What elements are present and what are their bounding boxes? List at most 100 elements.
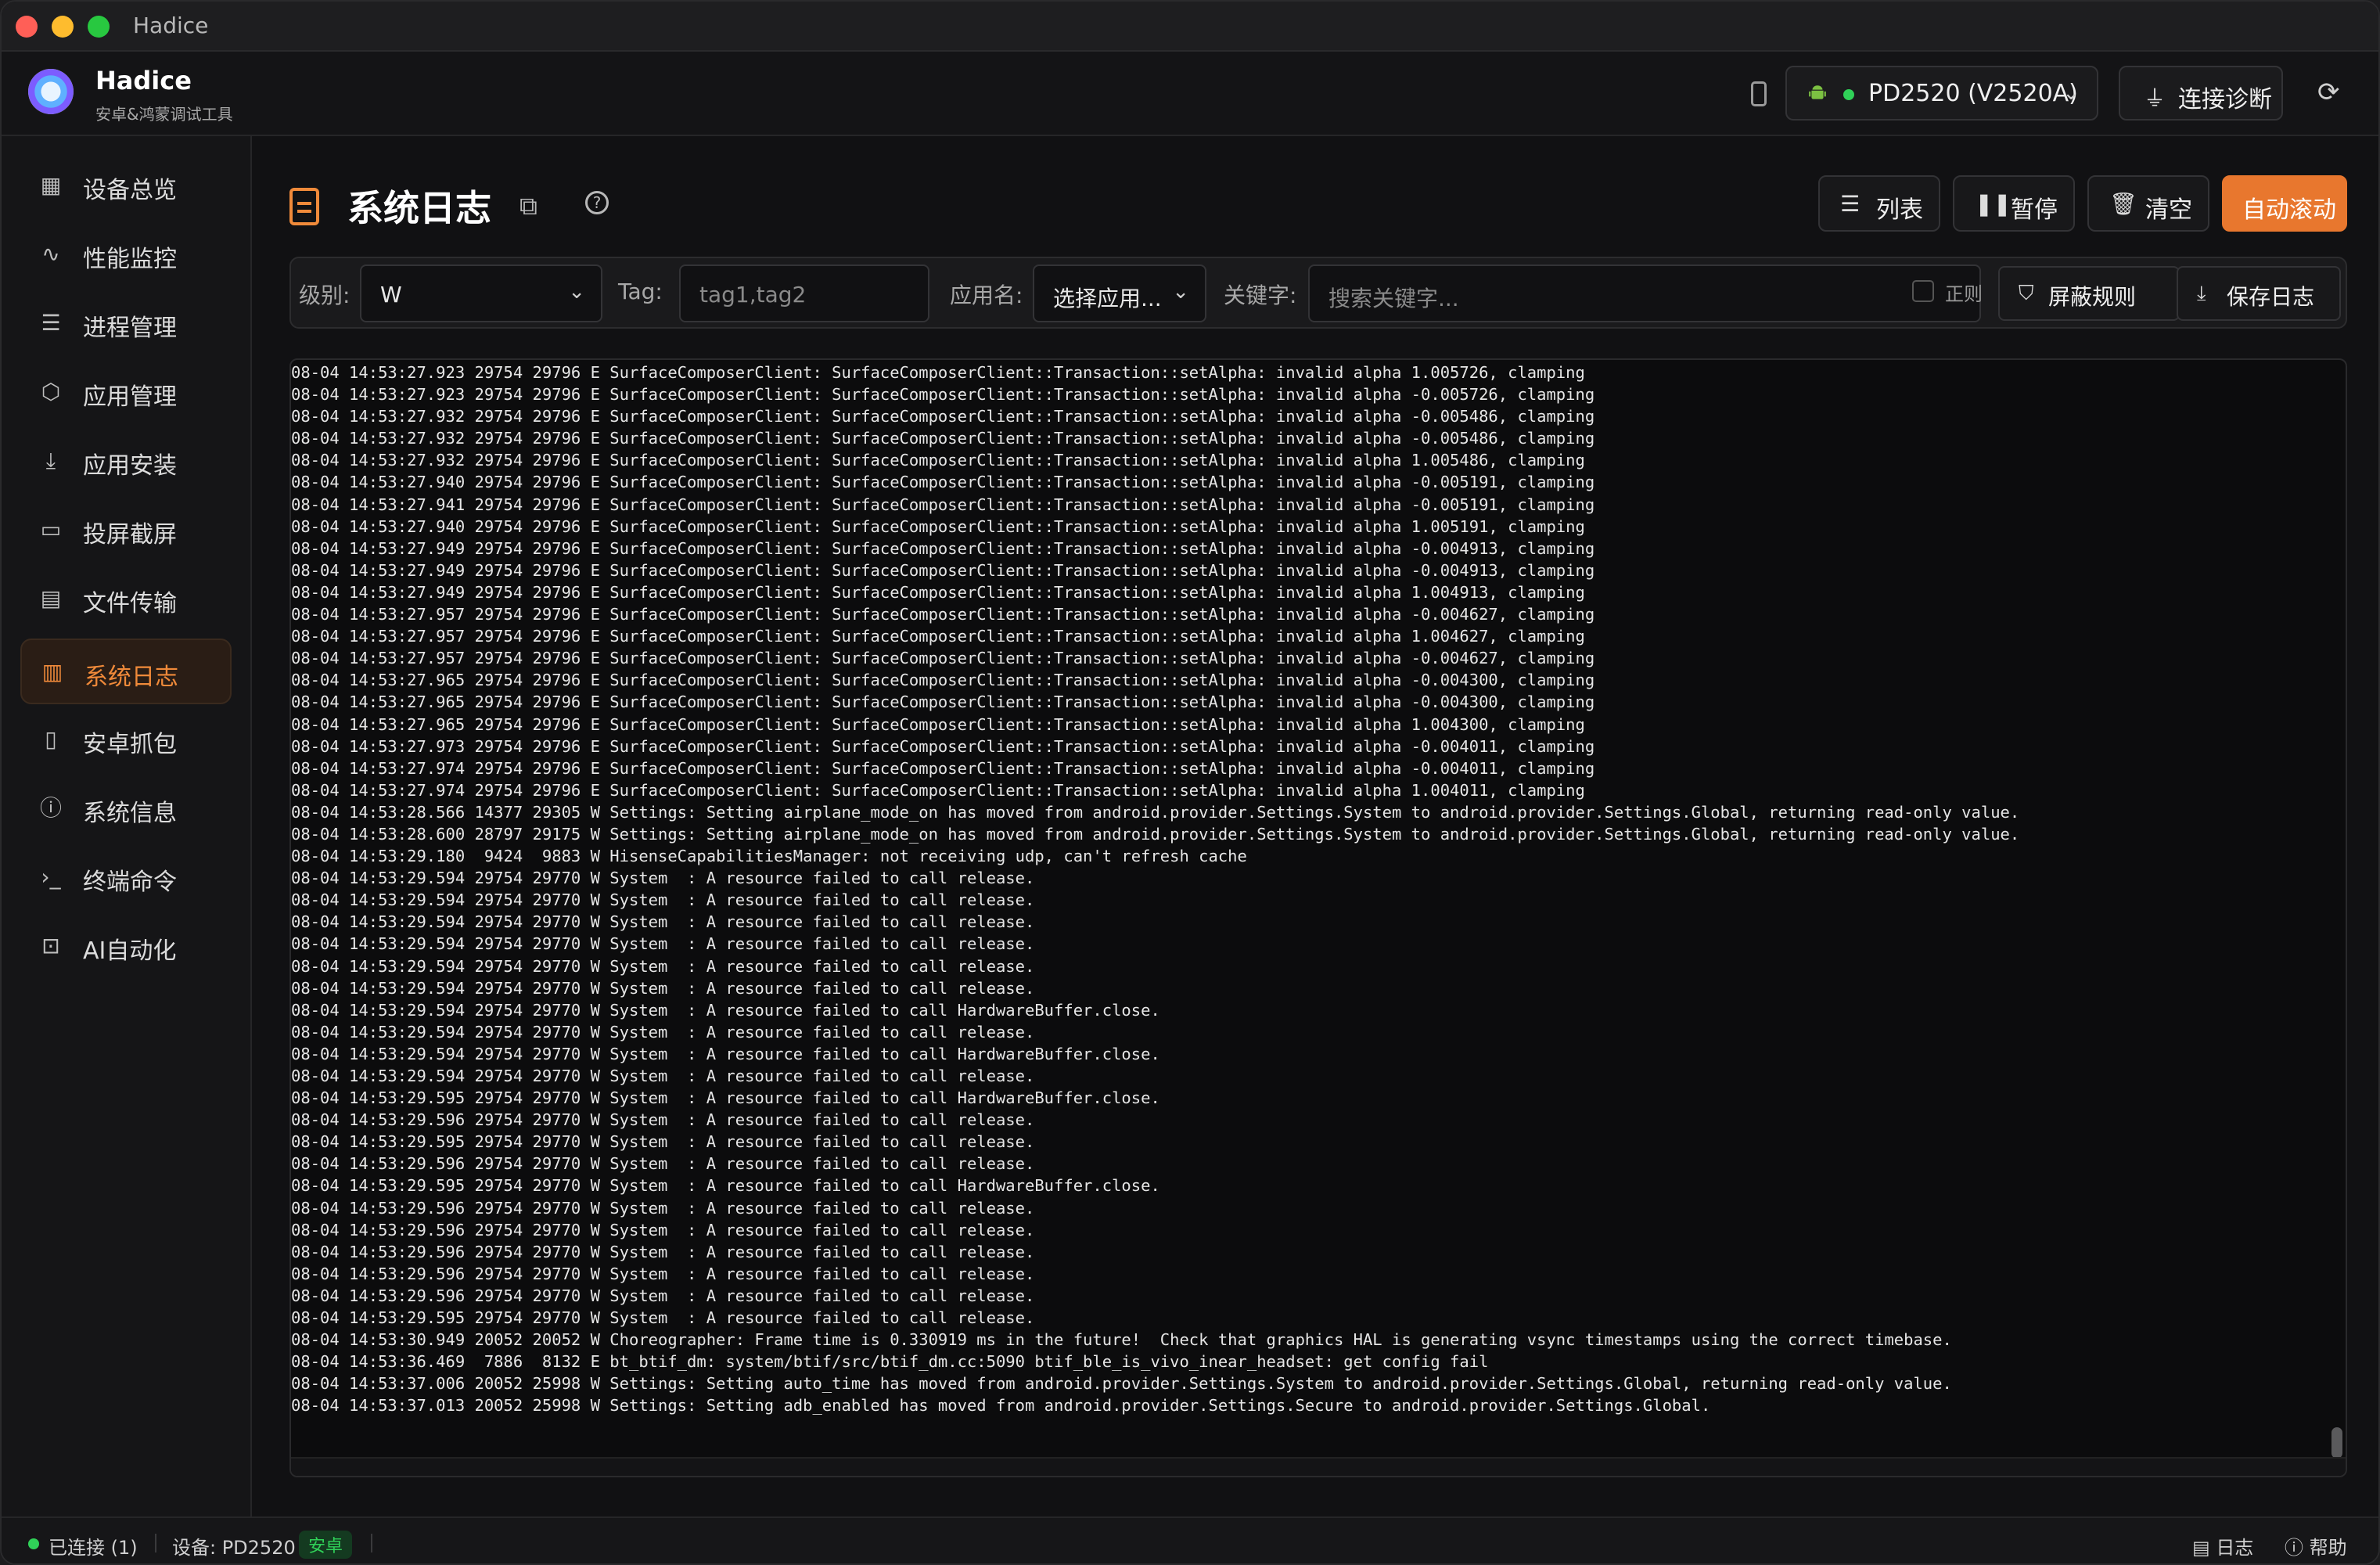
file-icon: ▤ [2192,1537,2216,1559]
log-link[interactable]: ▤ 日志 [2192,1532,2253,1560]
list-view-button[interactable]: ☰ 列表 [1818,175,1940,232]
plug-icon: ⏚ [2144,85,2166,111]
log-line: 08-04 14:53:27.923 29754 29796 E Surface… [291,385,1595,405]
minimize-window-button[interactable] [52,16,74,38]
log-lines: 08-04 14:53:27.923 29754 29796 E Surface… [291,362,2325,1417]
log-line: 08-04 14:53:37.006 20052 25998 W Setting… [291,1374,1952,1394]
close-window-button[interactable] [16,16,38,38]
sidebar-item-label: 安卓抓包 [83,731,177,758]
device-selector[interactable]: PD2520 (V2520A) ⌄ [1785,66,2098,121]
help-circle-icon[interactable]: ? [585,191,609,214]
sidebar-item-label: 进程管理 [83,315,177,342]
auto-scroll-button[interactable]: 自动滚动 [2222,175,2347,232]
log-line: 08-04 14:53:29.594 29754 29770 W System … [291,869,1035,888]
sidebar-item-label: 性能监控 [83,246,177,273]
refresh-icon[interactable]: ⟳ [2317,77,2340,108]
smartphone-icon: ▯ [45,726,57,752]
log-line: 08-04 14:53:27.957 29754 29796 E Surface… [291,605,1595,624]
log-line: 08-04 14:53:29.595 29754 29770 W System … [291,1088,1160,1108]
log-line: 08-04 14:53:27.923 29754 29796 E Surface… [291,363,1585,382]
pause-button[interactable]: ❚❚ 暂停 [1953,175,2075,232]
log-line: 08-04 14:53:29.596 29754 29770 W System … [291,1264,1035,1283]
sidebar-item-performance[interactable]: ∿ 性能监控 [20,222,232,288]
file-text-icon: ▥ [41,659,63,685]
app-subtitle: 安卓&鸿蒙调试工具 [95,105,233,124]
log-line: 08-04 14:53:29.594 29754 29770 W System … [291,934,1035,954]
log-line: 08-04 14:53:28.600 28797 29175 W Setting… [291,824,2020,844]
keyword-input[interactable]: 搜索关键字... [1308,264,1981,322]
diagnose-label: 连接诊断 [2178,86,2272,113]
sidebar-item-terminal[interactable]: ›_ 终端命令 [20,845,232,911]
sidebar-item-install[interactable]: ⤓ 应用安装 [20,429,232,495]
clear-button[interactable]: 🗑 清空 [2087,175,2209,232]
device-status-dot [1843,89,1854,100]
vertical-scrollbar[interactable] [2331,1427,2342,1459]
chevron-down-icon: ⌄ [1172,280,1189,304]
sidebar-item-packet-capture[interactable]: ▯ 安卓抓包 [20,707,232,773]
sidebar-item-device-overview[interactable]: ▦ 设备总览 [20,153,232,219]
log-line: 08-04 14:53:27.949 29754 29796 E Surface… [291,538,1595,558]
log-link-label: 日志 [2216,1537,2254,1559]
app-name: Hadice [95,66,192,95]
log-line: 08-04 14:53:27.957 29754 29796 E Surface… [291,649,1595,668]
log-line: 08-04 14:53:29.596 29754 29770 W System … [291,1154,1035,1174]
app-window: Hadice Hadice 安卓&鸿蒙调试工具 PD2520 (V2520A) … [0,0,2380,1565]
log-line: 08-04 14:53:29.595 29754 29770 W System … [291,1132,1035,1152]
terminal-icon: ›_ [41,864,61,890]
sidebar-item-system-log[interactable]: ▥ 系统日志 [20,639,232,704]
sidebar-item-screencast[interactable]: ▭ 投屏截屏 [20,498,232,563]
sidebar-item-label: 设备总览 [83,177,177,204]
log-line: 08-04 14:53:29.180 9424 9883 W HisenseCa… [291,847,1247,866]
phone-icon[interactable] [1751,81,1767,106]
log-line: 08-04 14:53:27.974 29754 29796 E Surface… [291,780,1585,800]
log-line: 08-04 14:53:27.973 29754 29796 E Surface… [291,736,1595,756]
log-line: 08-04 14:53:29.594 29754 29770 W System … [291,956,1035,976]
mask-rules-button[interactable]: ⛉ 屏蔽规则 [1998,266,2180,321]
log-line: 08-04 14:53:27.965 29754 29796 E Surface… [291,693,1595,712]
main-content: 系统日志 ⧉ ? ☰ 列表 ❚❚ 暂停 🗑 清空 自动滚动 级别: W ⌄ Ta… [253,136,2378,1516]
help-link[interactable]: ⓘ 帮助 [2285,1532,2347,1560]
sidebar-item-apps[interactable]: ⬡ 应用管理 [20,360,232,426]
level-select[interactable]: W ⌄ [360,264,602,322]
save-log-button[interactable]: ⤓ 保存日志 [2177,266,2341,321]
sidebar-item-system-info[interactable]: ⓘ 系统信息 [20,776,232,842]
log-output[interactable]: 08-04 14:53:27.923 29754 29796 E Surface… [289,358,2347,1477]
trash-icon: 🗑 [2109,191,2137,217]
log-line: 08-04 14:53:28.566 14377 29305 W Setting… [291,802,2020,822]
sidebar-item-ai-automation[interactable]: ⊡ AI自动化 [20,914,232,980]
log-line: 08-04 14:53:29.594 29754 29770 W System … [291,890,1035,910]
cast-icon: ▭ [40,516,62,542]
log-line: 08-04 14:53:27.932 29754 29796 E Surface… [291,451,1585,470]
log-line: 08-04 14:53:29.594 29754 29770 W System … [291,1044,1160,1063]
horizontal-scrollbar[interactable] [291,1457,2346,1476]
sidebar-item-processes[interactable]: ☰ 进程管理 [20,291,232,357]
level-label: 级别: [299,282,351,308]
auto-scroll-label: 自动滚动 [2242,196,2336,224]
app-select[interactable]: 选择应用... ⌄ [1033,264,1206,322]
tag-input[interactable]: tag1,tag2 [679,264,929,322]
log-line: 08-04 14:53:29.594 29754 29770 W System … [291,912,1035,932]
log-line: 08-04 14:53:29.595 29754 29770 W System … [291,1176,1160,1196]
save-log-label: 保存日志 [2227,284,2315,310]
help-circle-icon: ⓘ [2285,1537,2310,1559]
log-line: 08-04 14:53:29.596 29754 29770 W System … [291,1110,1035,1130]
app-value: 选择应用... [1053,286,1162,311]
package-icon: ⬡ [41,379,61,405]
filter-bar: 级别: W ⌄ Tag: tag1,tag2 应用名: 选择应用... ⌄ 关键… [289,257,2347,329]
list-label: 列表 [1876,196,1923,224]
sidebar-item-label: AI自动化 [83,937,177,965]
level-value: W [380,282,402,308]
regex-checkbox[interactable] [1912,280,1934,302]
sidebar-item-file-transfer[interactable]: ▤ 文件传输 [20,567,232,632]
external-link-icon[interactable]: ⧉ [520,191,537,221]
list-icon: ☰ [1840,191,1860,217]
app-logo [28,69,74,114]
pause-icon: ❚❚ [1975,191,2011,217]
log-line: 08-04 14:53:37.013 20052 25998 W Setting… [291,1396,1711,1416]
divider [155,1534,156,1552]
connection-diagnose-button[interactable]: ⏚ 连接诊断 [2119,66,2283,121]
log-line: 08-04 14:53:29.594 29754 29770 W System … [291,978,1035,998]
connection-status: 已连接 (1) [49,1537,138,1559]
maximize-window-button[interactable] [88,16,110,38]
log-line: 08-04 14:53:29.594 29754 29770 W System … [291,1022,1035,1042]
